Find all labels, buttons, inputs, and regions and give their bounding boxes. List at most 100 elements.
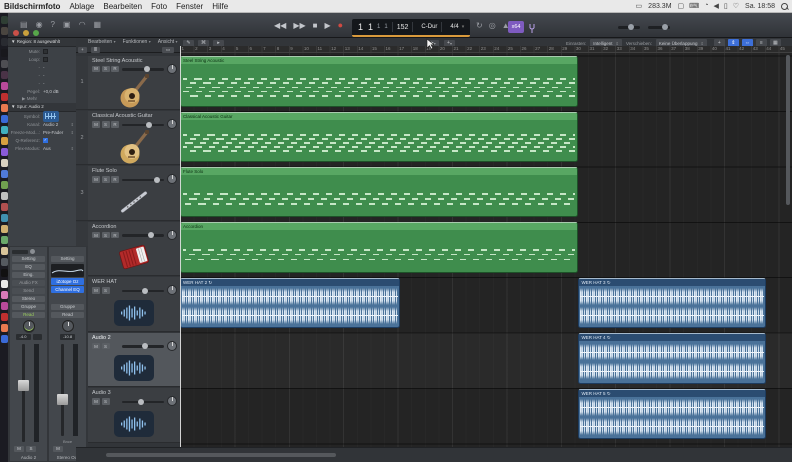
tuning-fork-icon[interactable] (528, 21, 536, 39)
add-track-button[interactable]: + (78, 46, 87, 53)
audio-region-wer-hat-4[interactable]: WER HAT 4 ↻ (578, 333, 767, 384)
record-enable-button[interactable]: R (111, 65, 119, 73)
track-name[interactable]: Audio 2 (92, 335, 111, 341)
volume-fader[interactable] (12, 342, 45, 445)
local-menu[interactable]: Ansicht ▾ (158, 39, 178, 45)
dock-strip[interactable] (0, 13, 8, 462)
rewind-button[interactable]: ◀◀ (274, 21, 286, 30)
strip-slot-gruppe[interactable]: Gruppe (12, 303, 45, 310)
track-volume-slider[interactable] (122, 398, 164, 405)
menubar-clock[interactable]: Sa. 18:58 (745, 3, 775, 10)
track-volume-slider[interactable] (122, 121, 164, 128)
volume-icon[interactable]: ◀ (714, 2, 719, 10)
toolbar-slider-2[interactable] (648, 24, 670, 30)
track-header-steel-string-acoustic[interactable]: 1 Steel String Acoustic M S R (76, 55, 180, 110)
spotlight-icon[interactable] (781, 2, 788, 10)
track-header-config-button[interactable]: ▭ (162, 46, 174, 53)
close-window-icon[interactable] (13, 30, 19, 36)
track-header-audio-2[interactable]: 6Audio 2MS (76, 332, 180, 388)
strip-slot-send[interactable]: Send (12, 287, 45, 294)
mute-button[interactable]: M (14, 445, 24, 452)
track-name[interactable]: Accordion (92, 224, 116, 230)
track-header-accordion[interactable]: 4AccordionMSR (76, 221, 180, 277)
inspector-row[interactable]: -- (8, 63, 76, 71)
zoom-window-icon[interactable] (33, 30, 39, 36)
menubar-menu[interactable]: Ablage (69, 2, 94, 11)
strip-slot-setting[interactable]: Setting (51, 255, 84, 262)
region-inspector-header[interactable]: ▼ Region: 8 ausgewählt (8, 38, 76, 47)
track-header-flute-solo[interactable]: 3 Flute Solo M S R (76, 166, 180, 221)
track-header-classical-acoustic-guitar[interactable]: 2 Classical Acoustic Guitar M S R (76, 111, 180, 166)
sync-icon[interactable]: ♡ (733, 2, 739, 10)
keyboard-icon[interactable]: ⌨ (689, 2, 699, 10)
plugin-slot-izotope-oz[interactable]: iZotope Oz (51, 278, 84, 285)
pan-knob[interactable] (61, 319, 74, 332)
strip-slot-read[interactable]: Read (51, 311, 84, 318)
lcd-key[interactable]: C-Dur (421, 24, 437, 30)
mute-button[interactable]: M (92, 176, 100, 183)
menubar-app-name[interactable]: Bildschirmfoto (4, 2, 60, 11)
strip-slot-stereo[interactable]: Stereo (12, 295, 45, 302)
eq-thumbnail[interactable] (51, 263, 84, 277)
record-enable-button[interactable]: R (111, 231, 119, 239)
mute-button[interactable]: M (92, 121, 100, 128)
horizontal-scrollbar[interactable] (106, 453, 336, 457)
toolbar-toggle-icon[interactable]: ▣ (63, 20, 71, 29)
solo-button[interactable]: S (101, 231, 110, 239)
inspector-row[interactable]: -- (8, 71, 76, 79)
plugin-slot-channel-eq[interactable]: Channel EQ (51, 286, 84, 293)
track-name[interactable]: WER HAT (92, 279, 117, 285)
track-pan-knob[interactable] (167, 229, 177, 240)
track-pan-knob[interactable] (167, 63, 177, 74)
solo-button[interactable]: S (101, 342, 110, 350)
smart-controls-icon[interactable]: ◠ (79, 20, 86, 29)
track-name[interactable]: Steel String Acoustic (92, 58, 142, 64)
duplicate-track-button[interactable]: ≣ (91, 46, 100, 53)
solo-button[interactable]: S (101, 121, 110, 128)
track-pan-knob[interactable] (167, 119, 177, 130)
inspector-icon[interactable]: ◉ (36, 20, 43, 29)
track-pan-knob[interactable] (167, 174, 177, 185)
menubar-menu[interactable]: Fenster (176, 2, 203, 11)
local-menu[interactable]: Bearbeiten ▾ (88, 39, 116, 45)
mute-button[interactable]: M (92, 65, 100, 73)
audio-region-wer-hat-3[interactable]: WER HAT 3 ↻ (578, 277, 767, 329)
audio-region-wer-hat-5[interactable]: WER HAT 5 ↻ (578, 388, 767, 440)
strip-slot-audio-fx[interactable]: Audio FX (12, 279, 45, 286)
track-volume-slider[interactable] (122, 176, 164, 183)
mixer-icon[interactable]: ▦ (94, 20, 102, 29)
local-menu[interactable]: Funktionen ▾ (123, 39, 151, 45)
inspector-more[interactable]: ▶ Mehr (8, 95, 76, 103)
strip-slot-setting[interactable]: Setting (12, 255, 45, 262)
solo-button[interactable]: S (101, 287, 110, 294)
clock-icon[interactable]: ◔ (704, 2, 708, 10)
record-button[interactable]: ● (338, 20, 343, 30)
pan-knob[interactable] (22, 319, 35, 332)
track-volume-slider[interactable] (122, 232, 164, 239)
lcd-caret-icon[interactable]: ▾ (462, 24, 465, 30)
strip-slot-eing-[interactable]: Eing. (12, 271, 45, 278)
playhead[interactable] (180, 46, 181, 447)
strip-slot-gruppe[interactable]: Gruppe (51, 303, 84, 310)
track-pan-knob[interactable] (167, 396, 177, 407)
inspector-row[interactable]: Flex-Modus: Aus ⇕ (8, 144, 76, 152)
mute-button[interactable]: M (53, 445, 63, 452)
track-volume-slider[interactable] (122, 343, 164, 350)
lcd-tempo[interactable]: 152 (397, 24, 409, 31)
arrange-area[interactable]: Steel String Acoustic Classical Acoustic … (180, 53, 792, 447)
track-header-audio-3[interactable]: 7Audio 3MS (76, 388, 180, 443)
toolbar-slider-1[interactable] (618, 24, 640, 30)
lcd-display[interactable]: 1 1 1 1 152 C-Dur 4/4 ▾ (352, 19, 470, 37)
vertical-scrollbar[interactable] (786, 55, 790, 205)
mute-button[interactable]: M (92, 398, 100, 405)
solo-button[interactable]: S (101, 65, 110, 73)
inspector-row[interactable]: Symbol: (8, 110, 76, 122)
minimize-window-icon[interactable] (23, 30, 29, 36)
track-pan-knob[interactable] (167, 340, 177, 351)
autopunch-icon[interactable]: ◎ (489, 21, 496, 30)
menubar-menu[interactable]: Foto (151, 2, 167, 11)
play-button[interactable]: ▶ (324, 21, 330, 30)
mute-button[interactable]: M (92, 342, 100, 350)
track-header-wer-hat[interactable]: 5WER HATMS (76, 277, 180, 332)
menubar-menu[interactable]: Bearbeiten (103, 2, 142, 11)
